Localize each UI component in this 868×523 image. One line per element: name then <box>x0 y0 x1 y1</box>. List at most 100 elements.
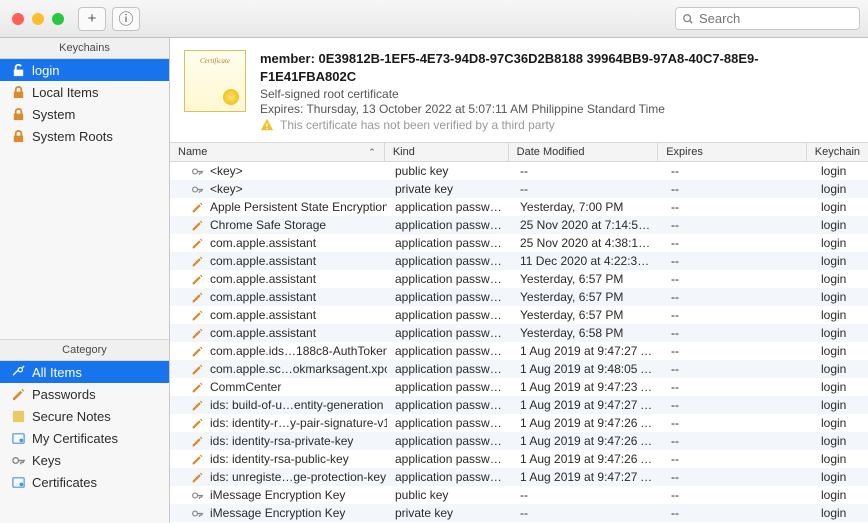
pencil-icon <box>190 254 204 268</box>
table-row[interactable]: Chrome Safe Storageapplication password2… <box>170 216 868 234</box>
pencil-icon <box>190 362 204 376</box>
info-icon: ⓘ <box>118 8 133 29</box>
pencil-icon <box>190 398 204 412</box>
row-kind: application password <box>387 271 512 287</box>
column-kind-label: Kind <box>393 146 415 158</box>
column-kind[interactable]: Kind <box>385 143 509 161</box>
row-kind: application password <box>387 307 512 323</box>
sidebar: Keychains loginLocal ItemsSystemSystem R… <box>0 38 170 523</box>
row-kind: application password <box>387 379 512 395</box>
table-row[interactable]: ids: unregiste…ge-protection-keyapplicat… <box>170 468 868 486</box>
search-field[interactable] <box>675 7 860 30</box>
column-name[interactable]: Name⌃ <box>170 143 385 161</box>
row-keychain: login <box>813 271 868 287</box>
keychain-item-system[interactable]: System <box>0 103 169 125</box>
category-header: Category <box>0 339 169 361</box>
row-kind: application password <box>387 289 512 305</box>
row-expires: -- <box>663 505 813 521</box>
row-keychain: login <box>813 469 868 485</box>
table-row[interactable]: <key>private key----login <box>170 180 868 198</box>
column-keychain[interactable]: Keychain <box>807 143 868 161</box>
row-date: 1 Aug 2019 at 9:47:27 AM <box>512 343 663 359</box>
keychain-item-local-items[interactable]: Local Items <box>0 81 169 103</box>
category-item-all-items[interactable]: All Items <box>0 361 169 383</box>
row-date: 1 Aug 2019 at 9:47:23 AM <box>512 379 663 395</box>
toolbar: + ⓘ <box>0 0 868 38</box>
row-keychain: login <box>813 199 868 215</box>
row-name: <key> <box>210 182 243 196</box>
main-content: member: 0E39812B-1EF5-4E73-94D8-97C36D2B… <box>170 38 868 523</box>
table-row[interactable]: ids: identity-r…y-pair-signature-v1appli… <box>170 414 868 432</box>
row-name: Chrome Safe Storage <box>210 218 326 232</box>
table-row[interactable]: CommCenterapplication password1 Aug 2019… <box>170 378 868 396</box>
row-date: 1 Aug 2019 at 9:47:26 AM <box>512 415 663 431</box>
pencil-icon <box>190 380 204 394</box>
row-date: 1 Aug 2019 at 9:48:05 AM <box>512 361 663 377</box>
cert-icon <box>10 430 26 446</box>
row-keychain: login <box>813 361 868 377</box>
category-item-secure-notes[interactable]: Secure Notes <box>0 405 169 427</box>
table-row[interactable]: iMessage Encryption Keyprivate key----lo… <box>170 504 868 522</box>
row-keychain: login <box>813 487 868 503</box>
table-row[interactable]: iMessage Encryption Keypublic key----log… <box>170 486 868 504</box>
key-icon <box>10 452 26 468</box>
row-expires: -- <box>663 163 813 179</box>
category-item-my-certificates[interactable]: My Certificates <box>0 427 169 449</box>
table-row[interactable]: Apple Persistent State Encryptionapplica… <box>170 198 868 216</box>
certificate-subtitle: Self-signed root certificate <box>260 87 854 101</box>
certificate-thumbnail-icon <box>184 50 246 112</box>
table-body[interactable]: <key>public key----login<key>private key… <box>170 162 868 523</box>
table-row[interactable]: com.apple.assistantapplication passwordY… <box>170 270 868 288</box>
minimize-window-button[interactable] <box>32 13 44 25</box>
pencil-icon <box>190 452 204 466</box>
table-row[interactable]: com.apple.assistantapplication passwordY… <box>170 288 868 306</box>
add-button[interactable]: + <box>78 7 106 31</box>
row-date: Yesterday, 6:57 PM <box>512 307 663 323</box>
row-expires: -- <box>663 271 813 287</box>
category-item-keys[interactable]: Keys <box>0 449 169 471</box>
row-date: Yesterday, 6:57 PM <box>512 271 663 287</box>
category-item-passwords[interactable]: Passwords <box>0 383 169 405</box>
keychain-item-login[interactable]: login <box>0 59 169 81</box>
category-item-certificates[interactable]: Certificates <box>0 471 169 493</box>
table-row[interactable]: ids: identity-rsa-public-keyapplication … <box>170 450 868 468</box>
table-row[interactable]: com.apple.sc…okmarksagent.xpcapplication… <box>170 360 868 378</box>
row-keychain: login <box>813 379 868 395</box>
pencil-icon <box>190 416 204 430</box>
table-row[interactable]: ids: identity-rsa-private-keyapplication… <box>170 432 868 450</box>
table-row[interactable]: ids: build-of-u…entity-generationapplica… <box>170 396 868 414</box>
row-name: com.apple.assistant <box>210 326 316 340</box>
row-name: com.apple.assistant <box>210 236 316 250</box>
maximize-window-button[interactable] <box>52 13 64 25</box>
table-row[interactable]: com.apple.assistantapplication password2… <box>170 234 868 252</box>
table-row[interactable]: com.apple.ids…188c8-AuthTokenapplication… <box>170 342 868 360</box>
sidebar-item-label: Secure Notes <box>32 409 111 424</box>
column-keychain-label: Keychain <box>815 146 860 158</box>
column-date[interactable]: Date Modified <box>509 143 659 161</box>
certificate-warning: This certificate has not been verified b… <box>260 118 854 132</box>
row-kind: application password <box>387 361 512 377</box>
row-kind: application password <box>387 469 512 485</box>
row-kind: application password <box>387 451 512 467</box>
row-keychain: login <box>813 505 868 521</box>
row-keychain: login <box>813 325 868 341</box>
close-window-button[interactable] <box>12 13 24 25</box>
row-date: 1 Aug 2019 at 9:47:27 AM <box>512 469 663 485</box>
certificate-expires: Expires: Thursday, 13 October 2022 at 5:… <box>260 102 854 116</box>
row-expires: -- <box>663 307 813 323</box>
pencil-icon <box>190 218 204 232</box>
column-expires[interactable]: Expires <box>658 143 807 161</box>
pencil-icon <box>190 272 204 286</box>
info-button[interactable]: ⓘ <box>112 7 140 31</box>
table-row[interactable]: com.apple.assistantapplication password1… <box>170 252 868 270</box>
cert-icon <box>10 474 26 490</box>
table-row[interactable]: com.apple.assistantapplication passwordY… <box>170 306 868 324</box>
row-expires: -- <box>663 397 813 413</box>
search-input[interactable] <box>699 11 853 26</box>
table-row[interactable]: <key>public key----login <box>170 162 868 180</box>
row-date: Yesterday, 6:58 PM <box>512 325 663 341</box>
table-row[interactable]: com.apple.assistantapplication passwordY… <box>170 324 868 342</box>
row-kind: application password <box>387 415 512 431</box>
keychain-item-system-roots[interactable]: System Roots <box>0 125 169 147</box>
sidebar-item-label: Keys <box>32 453 61 468</box>
